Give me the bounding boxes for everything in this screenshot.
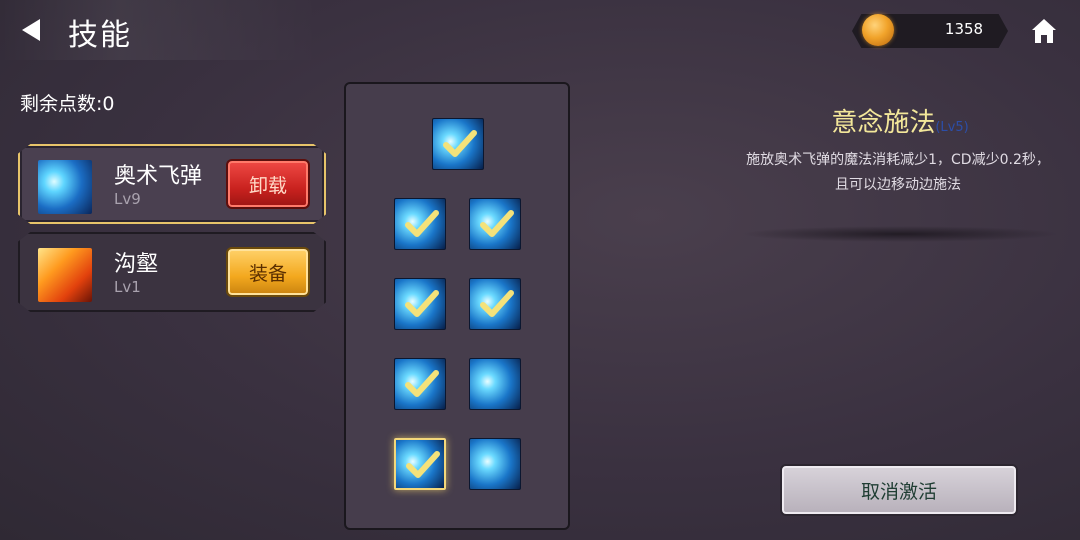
checkmark-icon xyxy=(443,130,477,157)
gold-coin-icon xyxy=(862,14,894,46)
coin-value: 1358 xyxy=(944,20,984,38)
home-icon[interactable] xyxy=(1030,17,1058,45)
uninstall-button[interactable]: 卸载 xyxy=(226,159,310,209)
talent-level: (Lv5) xyxy=(935,120,969,135)
skill-node[interactable] xyxy=(394,278,446,330)
arcane-missile-icon xyxy=(38,160,92,214)
checkmark-icon xyxy=(480,210,514,237)
selected-talent-title: 意念施法(Lv5) xyxy=(780,102,1020,139)
skill-node[interactable] xyxy=(469,198,521,250)
skill-node[interactable] xyxy=(469,358,521,410)
skill-node[interactable] xyxy=(394,198,446,250)
checkmark-icon xyxy=(406,451,440,478)
checkmark-icon xyxy=(405,370,439,397)
skill-node[interactable] xyxy=(469,278,521,330)
skill-node[interactable] xyxy=(394,438,446,490)
page-title: 技能 xyxy=(68,18,132,53)
skill-node[interactable] xyxy=(432,118,484,170)
detail-divider xyxy=(740,226,1060,242)
remaining-points: 剩余点数:0 xyxy=(20,93,115,115)
talent-name: 意念施法 xyxy=(831,108,936,138)
skill-tree-panel xyxy=(344,82,570,530)
checkmark-icon xyxy=(405,290,439,317)
equip-button[interactable]: 装备 xyxy=(226,247,310,297)
description-line: 且可以边移动边施法 xyxy=(835,177,961,193)
header-glow xyxy=(0,0,400,60)
ravine-fire-icon xyxy=(38,248,92,302)
talent-description: 施放奥术飞弹的魔法消耗减少1，CD减少0.2秒， 且可以边移动边施法 xyxy=(720,148,1076,198)
skill-level: Lv1 xyxy=(114,278,141,296)
skill-node[interactable] xyxy=(394,358,446,410)
deactivate-button[interactable]: 取消激活 xyxy=(780,464,1018,516)
skill-name: 奥术飞弹 xyxy=(114,164,203,189)
skill-name: 沟壑 xyxy=(114,252,159,277)
skill-level: Lv9 xyxy=(114,190,141,208)
checkmark-icon xyxy=(405,210,439,237)
back-arrow-icon[interactable] xyxy=(20,17,42,43)
skill-card-arcane-missile[interactable]: 奥术飞弹 Lv9 卸载 xyxy=(18,144,326,224)
skill-node[interactable] xyxy=(469,438,521,490)
checkmark-icon xyxy=(480,290,514,317)
skill-card-ravine[interactable]: 沟壑 Lv1 装备 xyxy=(18,232,326,312)
description-line: 施放奥术飞弹的魔法消耗减少1，CD减少0.2秒， xyxy=(746,152,1050,168)
